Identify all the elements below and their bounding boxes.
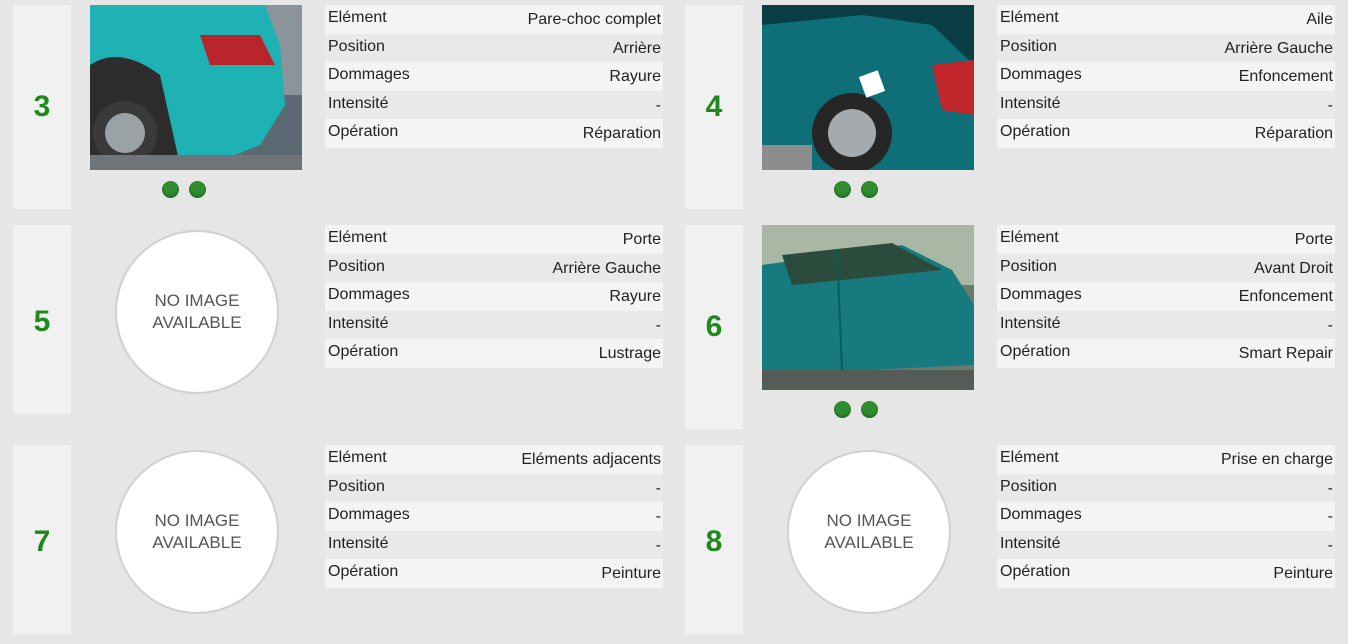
- damage-details-table: Elément Porte Position Avant Droit Dommage…: [997, 225, 1335, 368]
- damage-number: 8: [705, 525, 723, 558]
- damage-details-table: Elément Aile Position Arrière Gauche Domma…: [997, 5, 1335, 148]
- detail-row-intensite: Intensité -: [997, 310, 1335, 340]
- detail-row-operation: Opération Smart Repair: [997, 339, 1335, 368]
- detail-row-operation: Opération Peinture: [997, 559, 1335, 588]
- detail-row-element: Elément Porte: [325, 225, 663, 254]
- detail-row-position: Position Avant Droit: [997, 253, 1335, 283]
- detail-row-position: Position Arrière Gauche: [325, 253, 663, 283]
- detail-row-element: Elément Pare-choc complet: [325, 5, 663, 34]
- photo-carousel-dots[interactable]: [834, 401, 878, 419]
- damage-photo[interactable]: [762, 225, 974, 390]
- detail-row-position: Position Arrière Gauche: [997, 33, 1335, 63]
- photo-carousel-dots[interactable]: [162, 181, 206, 199]
- damage-number: 7: [33, 525, 51, 558]
- damage-card-4: 4 Elément Aile Position Arrière Gauche Dom…: [685, 5, 1335, 209]
- detail-row-intensite: Intensité -: [325, 530, 663, 560]
- damage-card-3: 3 Elément Pare-choc complet Position Arriè…: [13, 5, 663, 209]
- damage-card-7: 7 NO IMAGE AVAILABLE Elément Eléments adj…: [13, 445, 663, 634]
- damage-card-5: 5 NO IMAGE AVAILABLE Elément Porte Positi…: [13, 225, 663, 414]
- detail-row-dommages: Dommages Rayure: [325, 62, 663, 91]
- damage-number: 6: [705, 310, 723, 343]
- carousel-dot-1[interactable]: [834, 401, 851, 418]
- detail-row-dommages: Dommages -: [997, 502, 1335, 531]
- photo-carousel-dots[interactable]: [834, 181, 878, 199]
- damage-number: 5: [33, 305, 51, 338]
- damage-details-table: Elément Porte Position Arrière Gauche Domm…: [325, 225, 663, 368]
- detail-row-dommages: Dommages Rayure: [325, 282, 663, 311]
- carousel-dot-2[interactable]: [189, 181, 206, 198]
- no-image-placeholder: NO IMAGE AVAILABLE: [115, 230, 279, 394]
- damage-details-table: Elément Eléments adjacents Position - Domm…: [325, 445, 663, 588]
- detail-row-intensite: Intensité -: [997, 90, 1335, 120]
- damage-photo[interactable]: [90, 5, 302, 170]
- detail-row-dommages: Dommages Enfoncement: [997, 62, 1335, 91]
- detail-row-operation: Opération Réparation: [325, 119, 663, 148]
- carousel-dot-2[interactable]: [861, 401, 878, 418]
- detail-row-operation: Opération Peinture: [325, 559, 663, 588]
- damage-photo[interactable]: [762, 5, 974, 170]
- detail-row-intensite: Intensité -: [325, 310, 663, 340]
- detail-row-intensite: Intensité -: [997, 530, 1335, 560]
- detail-row-dommages: Dommages -: [325, 502, 663, 531]
- detail-row-intensite: Intensité -: [325, 90, 663, 120]
- detail-row-operation: Opération Réparation: [997, 119, 1335, 148]
- detail-row-element: Elément Porte: [997, 225, 1335, 254]
- detail-row-position: Position Arrière: [325, 33, 663, 63]
- damage-card-8: 8 NO IMAGE AVAILABLE Elément Prise en cha…: [685, 445, 1335, 634]
- detail-row-position: Position -: [325, 473, 663, 503]
- damage-number: 3: [33, 90, 51, 123]
- detail-row-dommages: Dommages Enfoncement: [997, 282, 1335, 311]
- detail-row-operation: Opération Lustrage: [325, 339, 663, 368]
- carousel-dot-1[interactable]: [834, 181, 851, 198]
- no-image-placeholder: NO IMAGE AVAILABLE: [787, 450, 951, 614]
- damage-card-6: 6 Elément Porte Position Avant Droit Domma…: [685, 225, 1335, 429]
- detail-row-element: Elément Prise en charge: [997, 445, 1335, 474]
- carousel-dot-1[interactable]: [162, 181, 179, 198]
- damage-number: 4: [705, 90, 723, 123]
- detail-row-element: Elément Eléments adjacents: [325, 445, 663, 474]
- no-image-placeholder: NO IMAGE AVAILABLE: [115, 450, 279, 614]
- damage-details-table: Elément Prise en charge Position - Dommage…: [997, 445, 1335, 588]
- detail-row-position: Position -: [997, 473, 1335, 503]
- carousel-dot-2[interactable]: [861, 181, 878, 198]
- detail-row-element: Elément Aile: [997, 5, 1335, 34]
- damage-details-table: Elément Pare-choc complet Position Arrière…: [325, 5, 663, 148]
